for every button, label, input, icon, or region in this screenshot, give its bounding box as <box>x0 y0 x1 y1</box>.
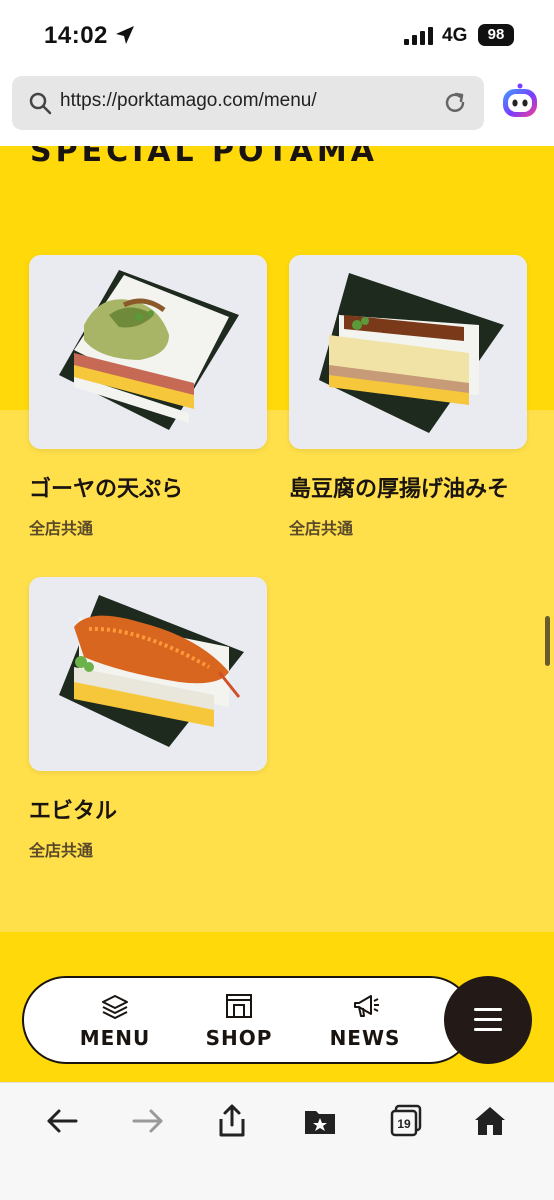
bookmarks-button[interactable] <box>302 1103 338 1139</box>
address-bar[interactable]: https://porktamago.com/menu/ <box>12 76 484 130</box>
nav-label: SHOP <box>205 1026 273 1050</box>
battery-indicator: 98 <box>478 24 514 46</box>
browser-toolbar: 19 <box>0 1082 554 1200</box>
nav-label: NEWS <box>329 1026 401 1050</box>
hamburger-icon-line <box>474 1028 502 1031</box>
shop-icon <box>226 994 252 1018</box>
forward-arrow-icon <box>132 1109 163 1133</box>
nav-pill: MENU SHOP NEWS <box>22 976 474 1064</box>
status-bar: 14:02 4G 98 <box>0 0 554 72</box>
reload-icon[interactable] <box>442 90 468 116</box>
bookmark-folder-icon <box>305 1111 335 1134</box>
signal-strength-icon <box>404 27 433 45</box>
nav-item-shop[interactable]: SHOP <box>184 992 294 1050</box>
menu-card[interactable]: 島豆腐の厚揚げ油みそ 全店共通 <box>289 255 527 539</box>
menu-item-image[interactable] <box>289 255 527 449</box>
share-icon <box>219 1104 245 1137</box>
page-content: SPECIAL POTAMA ゴーヤの天ぷら 全店共通 島豆腐の厚揚げ油みそ 全… <box>0 146 554 1082</box>
menu-item-availability: 全店共通 <box>29 521 94 538</box>
search-icon <box>29 92 52 115</box>
menu-stack-icon <box>102 995 128 1019</box>
home-button[interactable] <box>472 1103 508 1139</box>
menu-item-image[interactable] <box>29 255 267 449</box>
tabs-icon: 19 <box>390 1104 422 1137</box>
nav-item-news[interactable]: NEWS <box>310 992 420 1050</box>
nav-item-menu[interactable]: MENU <box>60 992 170 1050</box>
tabs-button[interactable]: 19 <box>388 1103 424 1139</box>
hamburger-menu-button[interactable] <box>444 976 532 1064</box>
home-icon <box>475 1107 505 1135</box>
menu-item-image[interactable] <box>29 577 267 771</box>
tabs-count: 19 <box>397 1117 411 1131</box>
megaphone-icon <box>354 995 379 1017</box>
menu-item-availability: 全店共通 <box>29 843 94 860</box>
back-button[interactable] <box>44 1103 80 1139</box>
forward-button[interactable] <box>130 1103 166 1139</box>
menu-card[interactable]: エビタル 全店共通 <box>29 577 267 861</box>
url-text[interactable]: https://porktamago.com/menu/ <box>60 90 317 112</box>
network-type: 4G <box>442 25 468 46</box>
nav-label: MENU <box>79 1026 151 1050</box>
hamburger-icon <box>474 1008 502 1011</box>
hamburger-icon-line <box>474 1018 502 1021</box>
menu-item-name[interactable]: ゴーヤの天ぷら <box>29 471 267 503</box>
menu-card[interactable]: ゴーヤの天ぷら 全店共通 <box>29 255 267 539</box>
browser-address-area: https://porktamago.com/menu/ <box>0 72 554 146</box>
menu-item-availability: 全店共通 <box>289 521 354 538</box>
menu-item-name[interactable]: エビタル <box>29 793 267 825</box>
status-time: 14:02 <box>44 22 108 49</box>
location-arrow-icon <box>116 26 134 44</box>
menu-item-name[interactable]: 島豆腐の厚揚げ油みそ <box>289 471 527 503</box>
scrollbar[interactable] <box>545 616 550 666</box>
share-button[interactable] <box>214 1103 250 1139</box>
section-title: SPECIAL POTAMA <box>30 146 378 169</box>
floating-nav: MENU SHOP NEWS <box>22 976 532 1064</box>
back-arrow-icon <box>47 1109 78 1133</box>
assistant-robot-icon[interactable] <box>500 82 540 122</box>
